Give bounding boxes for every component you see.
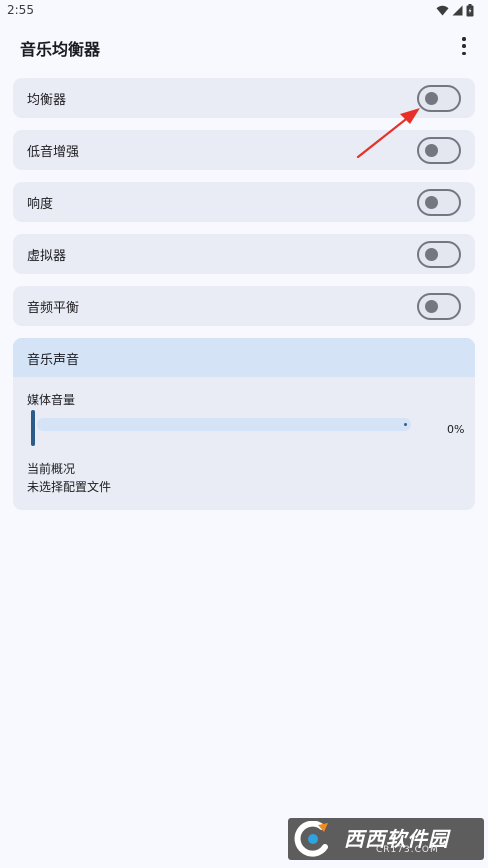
status-time: 2:55 [7,3,34,17]
watermark-logo-icon [294,821,328,857]
setting-row-audio-balance[interactable]: 音频平衡 [13,286,475,326]
music-card-header: 音乐声音 [13,338,475,377]
menu-dot [462,44,466,48]
menu-dot [462,51,466,55]
watermark-site: CR173.COM [376,845,439,855]
slider-track [37,418,411,431]
toggle-thumb [425,92,438,105]
signal-icon [452,5,463,16]
menu-dot [462,37,466,41]
watermark: 西西软件园 CR173.COM [288,818,484,860]
media-volume-value: 0% [447,423,465,436]
toggle-thumb [425,300,438,313]
media-volume-label: 媒体音量 [27,393,76,407]
media-volume-slider[interactable] [31,410,413,446]
status-icons [436,4,474,17]
page-title: 音乐均衡器 [20,40,101,59]
slider-stop-indicator [404,423,407,426]
toggle-thumb [425,248,438,261]
more-vert-icon[interactable] [458,37,470,55]
setting-row-virtualizer[interactable]: 虚拟器 [13,234,475,274]
setting-label: 低音增强 [27,145,80,160]
setting-label: 虚拟器 [27,249,67,264]
audio-balance-toggle[interactable] [417,293,461,320]
music-sound-card: 音乐声音 媒体音量 0% 当前概况 未选择配置文件 [13,338,475,510]
wifi-icon [436,5,449,16]
virtualizer-toggle[interactable] [417,241,461,268]
setting-label: 音频平衡 [27,301,80,316]
app-bar: 音乐均衡器 [0,26,488,66]
status-bar: 2:55 [0,0,488,22]
current-profile-value: 未选择配置文件 [27,480,112,494]
slider-handle[interactable] [31,410,35,446]
battery-icon [466,4,474,17]
annotation-arrow-icon [356,108,420,159]
toggle-thumb [425,196,438,209]
setting-row-loudness[interactable]: 响度 [13,182,475,222]
setting-label: 均衡器 [27,93,67,108]
toggle-thumb [425,144,438,157]
current-profile-label: 当前概况 [27,462,76,476]
music-card-title: 音乐声音 [27,353,80,368]
setting-label: 响度 [27,197,54,212]
loudness-toggle[interactable] [417,189,461,216]
